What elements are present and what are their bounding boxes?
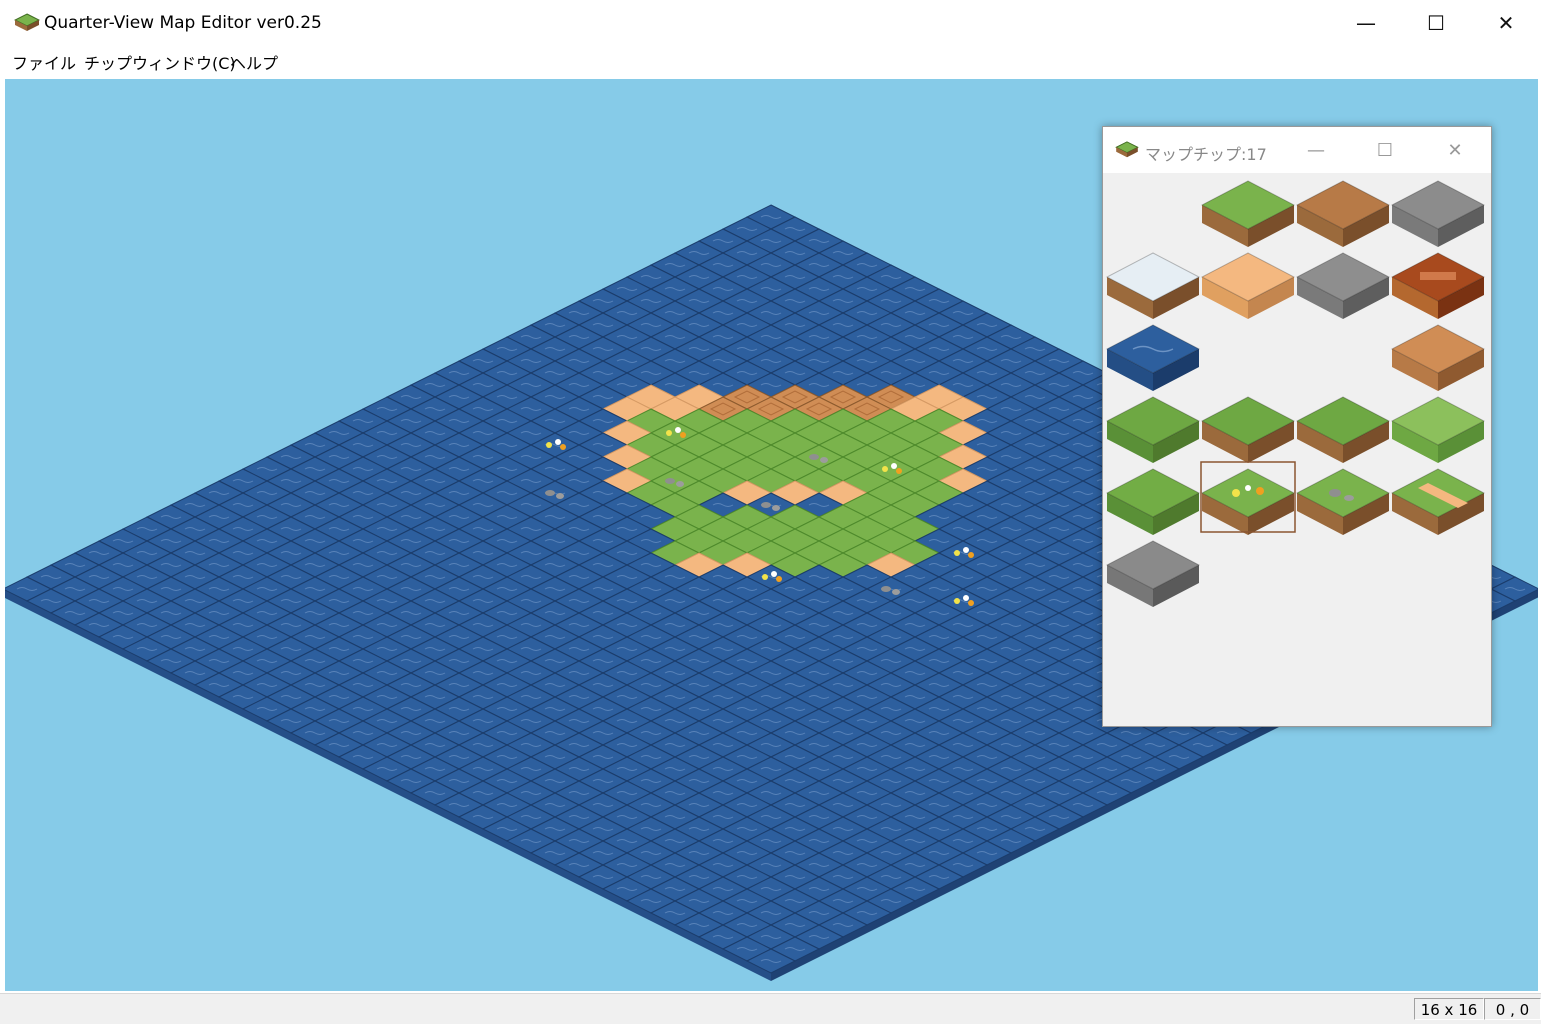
minimize-button[interactable]: — — [1331, 0, 1401, 46]
chip-stone-cobble[interactable] — [1390, 180, 1486, 247]
maximize-icon: ☐ — [1427, 11, 1445, 35]
app-icon — [14, 13, 40, 31]
palette-title-bar: マップチップ:17 — ☐ ✕ — [1103, 127, 1491, 173]
close-button[interactable]: ✕ — [1471, 0, 1541, 46]
close-icon: ✕ — [1447, 139, 1463, 161]
chip-grass[interactable] — [1200, 180, 1296, 247]
chip-dirt[interactable] — [1295, 180, 1391, 247]
map-size-readout: 16 x 16 — [1414, 998, 1484, 1020]
chip-grass-slope-right[interactable] — [1390, 396, 1486, 463]
window-title: Quarter-View Map Editor ver0.25 — [44, 13, 322, 33]
chip-sand[interactable] — [1200, 252, 1296, 319]
chip-stone-block-dark[interactable] — [1105, 540, 1201, 607]
cursor-readout: 0 , 0 — [1484, 998, 1541, 1020]
palette-minimize-button[interactable]: — — [1286, 127, 1346, 173]
minimize-icon: — — [1356, 11, 1376, 35]
palette-app-icon — [1115, 141, 1139, 158]
palette-title: マップチップ:17 — [1145, 145, 1267, 164]
status-bar: 16 x 16 0 , 0 — [0, 993, 1541, 1024]
chip-grass-rocks[interactable] — [1295, 468, 1391, 535]
maximize-icon: ☐ — [1376, 139, 1394, 161]
chip-grass-path[interactable] — [1390, 468, 1486, 535]
chip-grass-slope-down-right[interactable] — [1295, 396, 1391, 463]
palette-close-button[interactable]: ✕ — [1425, 127, 1485, 173]
close-icon: ✕ — [1497, 11, 1515, 35]
chip-grass-slope-down[interactable] — [1200, 396, 1296, 463]
chip-grass-slope-left[interactable] — [1105, 396, 1201, 463]
chip-stone-block[interactable] — [1295, 252, 1391, 319]
menu-help[interactable]: ヘルプ — [230, 50, 278, 74]
minimize-icon: — — [1307, 139, 1325, 161]
chip-water[interactable] — [1105, 324, 1201, 391]
chip-grass-flowers[interactable] — [1200, 468, 1296, 535]
chip-grid[interactable] — [1103, 173, 1491, 726]
chip-wood-crate[interactable] — [1390, 252, 1486, 319]
chip-grass-plain[interactable] — [1105, 468, 1201, 535]
menu-bar: ファイル チップウィンドウ(C) ヘルプ — [0, 46, 1541, 76]
chip-snow[interactable] — [1105, 252, 1201, 319]
chip-dirt-cobble[interactable] — [1390, 324, 1486, 391]
maximize-button[interactable]: ☐ — [1401, 0, 1471, 46]
chip-palette-window: マップチップ:17 — ☐ ✕ — [1102, 126, 1492, 727]
menu-file[interactable]: ファイル — [12, 50, 76, 74]
title-bar: Quarter-View Map Editor ver0.25 — ☐ ✕ — [0, 0, 1541, 46]
menu-chip-window[interactable]: チップウィンドウ(C) — [84, 50, 236, 74]
palette-maximize-button[interactable]: ☐ — [1355, 127, 1415, 173]
